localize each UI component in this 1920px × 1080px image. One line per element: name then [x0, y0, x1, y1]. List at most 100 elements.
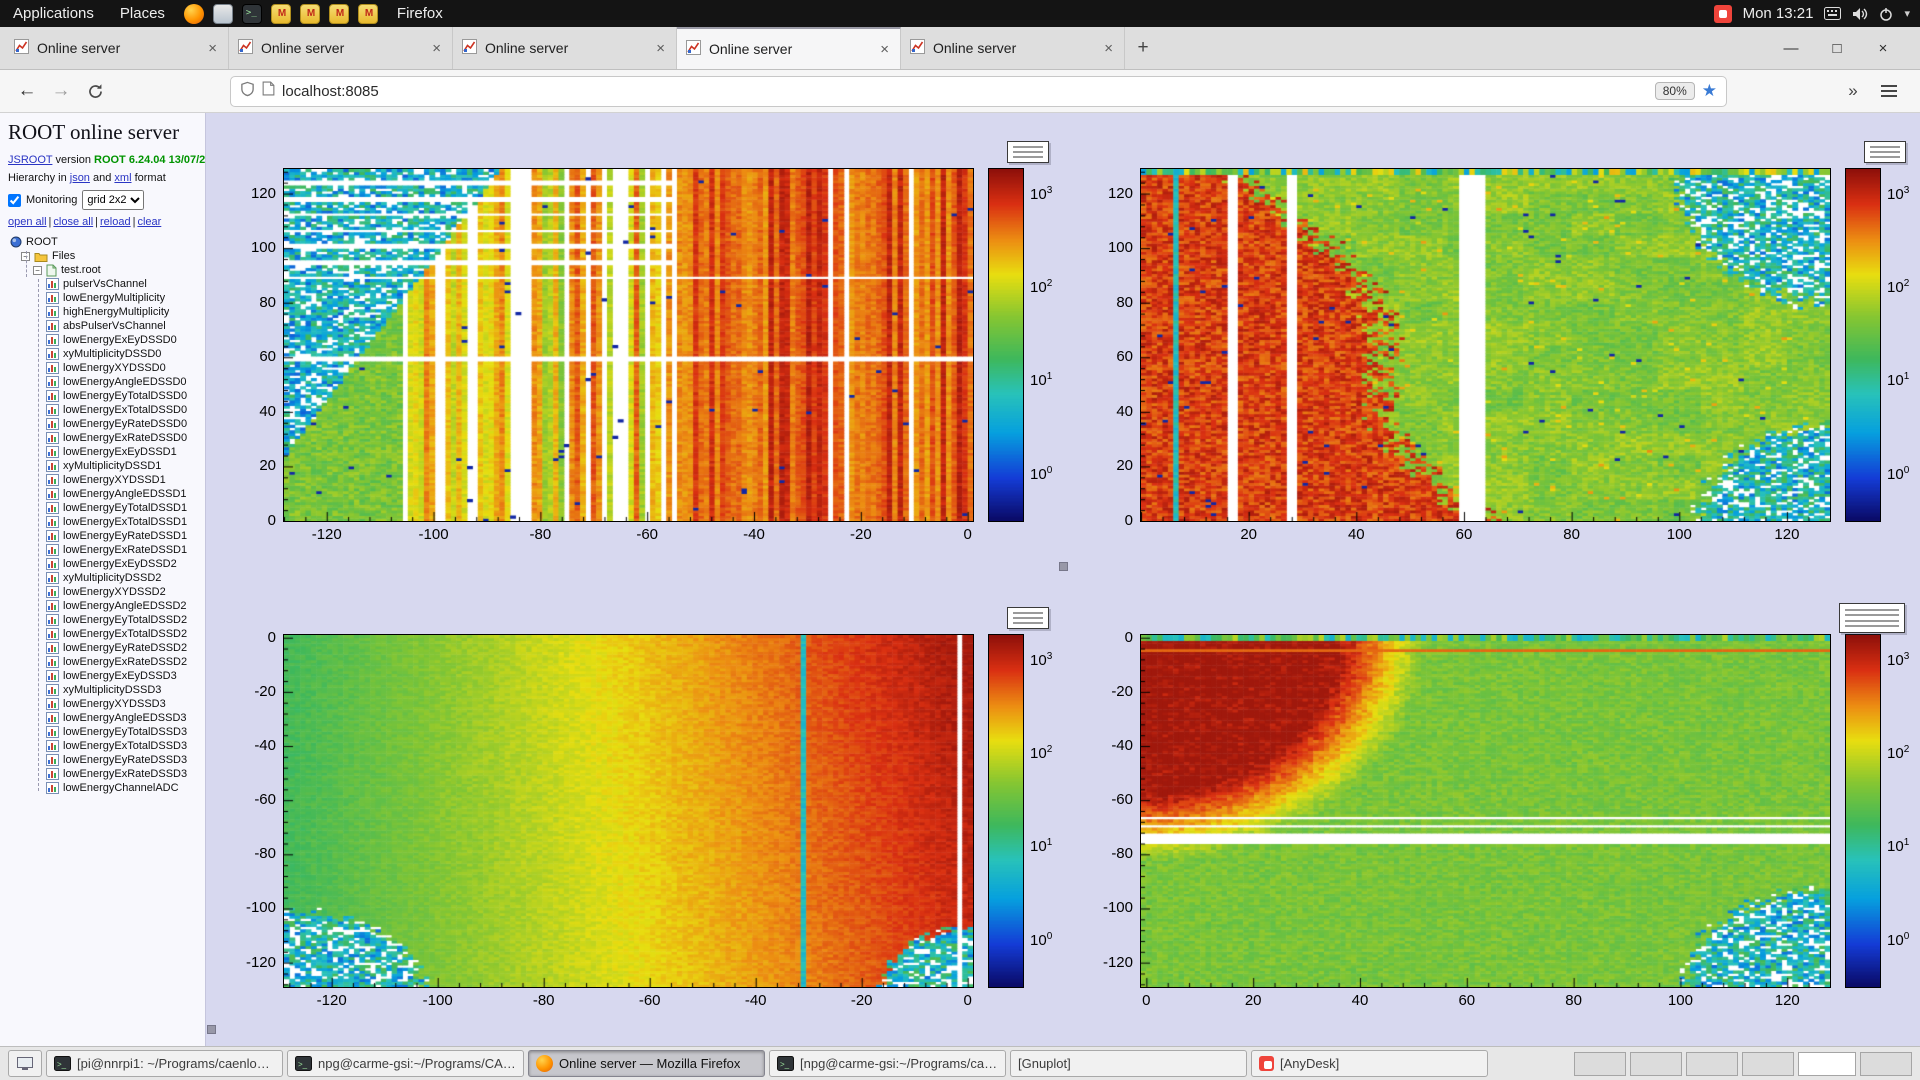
app-icon[interactable]: [329, 4, 349, 24]
page-info-icon[interactable]: [262, 81, 275, 101]
taskbar-button[interactable]: Online server — Mozilla Firefox: [528, 1050, 765, 1077]
tab-close-icon[interactable]: ×: [206, 40, 219, 57]
browser-tab[interactable]: Online server×: [677, 27, 901, 69]
pager-box[interactable]: [1686, 1052, 1738, 1076]
stats-box[interactable]: [1007, 607, 1049, 629]
anydesk-icon: [1259, 1056, 1274, 1071]
stats-box[interactable]: [1007, 141, 1049, 163]
stats-box[interactable]: [1839, 603, 1905, 633]
stats-line: [1870, 151, 1900, 153]
taskbar-button[interactable]: >_npg@carme-gsi:~/Programs/CAR...: [287, 1050, 524, 1077]
taskbar-button[interactable]: [8, 1050, 42, 1077]
app-icon[interactable]: [271, 4, 291, 24]
colorbar[interactable]: [1845, 168, 1881, 522]
tab-close-icon[interactable]: ×: [654, 40, 667, 57]
stats-line: [1013, 146, 1043, 148]
colorbar-tick-label: 102: [1030, 278, 1052, 296]
colorbar-tick-label: 100: [1030, 465, 1052, 483]
open-all-link[interactable]: open all: [8, 216, 47, 228]
menu-button[interactable]: [1872, 85, 1910, 97]
plot-pad-top-right[interactable]: 2040608010012002040608010012010310210110…: [1063, 113, 1920, 579]
plot-pad-bottom-left[interactable]: -120-100-80-60-40-2000-20-40-60-80-100-1…: [206, 579, 1063, 1045]
url-text[interactable]: localhost:8085: [282, 83, 1648, 100]
collapse-expander[interactable]: −: [33, 266, 42, 275]
taskbar-button[interactable]: >_[npg@carme-gsi:~/Programs/caen...: [769, 1050, 1006, 1077]
anydesk-icon[interactable]: [1714, 5, 1732, 23]
tree-item-label: lowEnergyMultiplicity: [63, 292, 165, 304]
terminal-icon[interactable]: [242, 4, 262, 24]
tree-item-label: lowEnergyEyTotalDSSD0: [63, 390, 187, 402]
colorbar-tick-label: 101: [1887, 837, 1909, 855]
reload-link[interactable]: reload: [100, 216, 131, 228]
close-all-link[interactable]: close all: [53, 216, 93, 228]
histogram-icon: [46, 782, 59, 794]
shield-icon[interactable]: [240, 81, 255, 102]
pager-box[interactable]: [1742, 1052, 1794, 1076]
reload-button[interactable]: [78, 83, 112, 100]
maximize-button[interactable]: □: [1814, 40, 1860, 57]
tree-item-root[interactable]: ROOT: [8, 235, 205, 249]
pager-box[interactable]: [1574, 1052, 1626, 1076]
y-tick-label: 60: [214, 348, 276, 365]
xml-link[interactable]: xml: [114, 172, 131, 184]
tree-item-files[interactable]: −Files: [8, 249, 205, 263]
zoom-level-button[interactable]: 80%: [1655, 82, 1695, 100]
app-icon[interactable]: [358, 4, 378, 24]
chevron-down-icon[interactable]: ▾: [1904, 7, 1910, 20]
clock[interactable]: Mon 13:21: [1743, 5, 1814, 22]
url-bar[interactable]: localhost:8085 80% ★: [230, 76, 1727, 107]
stats-box[interactable]: [1864, 141, 1906, 163]
colorbar[interactable]: [988, 634, 1024, 988]
minimize-button[interactable]: —: [1768, 40, 1814, 57]
tab-close-icon[interactable]: ×: [878, 41, 891, 58]
taskbar-button[interactable]: [AnyDesk]: [1251, 1050, 1488, 1077]
bookmark-star-icon[interactable]: ★: [1702, 81, 1717, 101]
tab-close-icon[interactable]: ×: [430, 40, 443, 57]
heatmap-canvas[interactable]: [1141, 169, 1830, 521]
new-tab-button[interactable]: +: [1125, 27, 1161, 69]
histogram-icon: [46, 754, 59, 766]
y-tick-label: 100: [1071, 239, 1133, 256]
plot-pad-bottom-right[interactable]: 0204060801001200-20-40-60-80-100-1201031…: [1063, 579, 1920, 1045]
y-tick-label: -40: [214, 737, 276, 754]
volume-icon[interactable]: [1852, 7, 1868, 21]
overflow-menu-button[interactable]: »: [1834, 81, 1872, 101]
colorbar[interactable]: [1845, 634, 1881, 988]
app-icon[interactable]: [300, 4, 320, 24]
back-button[interactable]: ←: [10, 80, 44, 102]
input-method-icon[interactable]: [1824, 7, 1841, 20]
tab-close-icon[interactable]: ×: [1102, 40, 1115, 57]
taskbar-button[interactable]: [Gnuplot]: [1010, 1050, 1247, 1077]
browser-tab[interactable]: Online server×: [901, 27, 1125, 69]
y-tick-label: 0: [214, 512, 276, 529]
plot-pad-top-left[interactable]: -120-100-80-60-40-2000204060801001201031…: [206, 113, 1063, 579]
tab-favicon: [686, 40, 701, 58]
browser-tab[interactable]: Online server×: [453, 27, 677, 69]
layout-select[interactable]: grid 2x2: [82, 190, 144, 210]
histogram-icon: [46, 418, 59, 430]
browser-tab[interactable]: Online server×: [229, 27, 453, 69]
pager-box-active[interactable]: [1798, 1052, 1856, 1076]
heatmap-canvas[interactable]: [1141, 635, 1830, 987]
heatmap-canvas[interactable]: [284, 635, 973, 987]
tree-item-testroot[interactable]: −test.root: [8, 263, 205, 277]
power-icon[interactable]: [1879, 7, 1893, 21]
close-button[interactable]: ×: [1860, 40, 1906, 57]
file-manager-icon[interactable]: [213, 4, 233, 24]
pager-box[interactable]: [1630, 1052, 1682, 1076]
tree-spine: [26, 251, 27, 277]
pager-box[interactable]: [1860, 1052, 1912, 1076]
monitoring-checkbox[interactable]: [8, 194, 21, 207]
taskbar-button[interactable]: >_[pi@nnrpi1: ~/Programs/caenlogg...: [46, 1050, 283, 1077]
firefox-icon[interactable]: [184, 4, 204, 24]
browser-tab[interactable]: Online server×: [5, 27, 229, 69]
heatmap-canvas[interactable]: [284, 169, 973, 521]
clear-link[interactable]: clear: [137, 216, 161, 228]
colorbar[interactable]: [988, 168, 1024, 522]
histogram-icon: [46, 390, 59, 402]
json-link[interactable]: json: [70, 172, 90, 184]
forward-button[interactable]: →: [44, 80, 78, 102]
applications-menu[interactable]: Applications: [0, 0, 107, 27]
places-menu[interactable]: Places: [107, 0, 178, 27]
jsroot-link[interactable]: JSROOT: [8, 154, 52, 166]
